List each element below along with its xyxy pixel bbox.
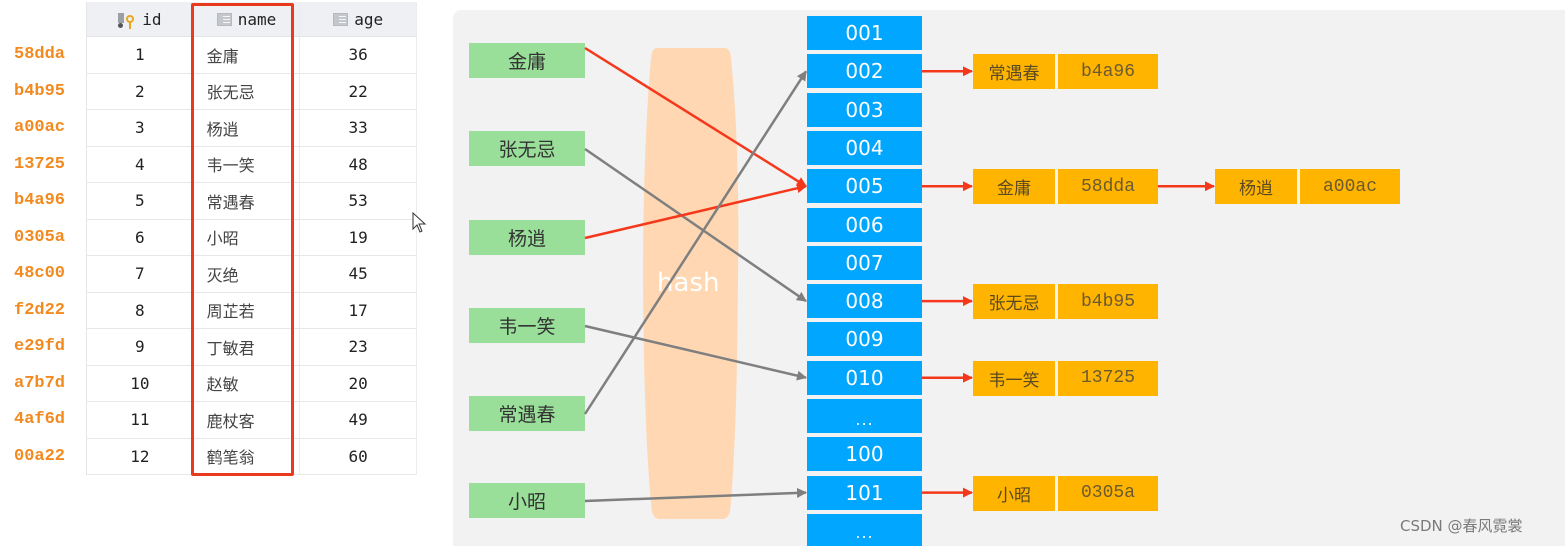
hash-bucket: 002 bbox=[807, 54, 922, 89]
key-box: 杨逍 bbox=[469, 220, 585, 255]
hash-bucket: 009 bbox=[807, 322, 922, 357]
hash-function-shape bbox=[643, 48, 739, 519]
key-box: 小昭 bbox=[469, 483, 585, 518]
chain-entry-hash: 13725 bbox=[1058, 360, 1158, 396]
hash-bucket: 005 bbox=[807, 169, 922, 204]
chain-entry-name: 韦一笑 bbox=[973, 360, 1055, 396]
chain-entry-hash: 58dda bbox=[1058, 169, 1158, 205]
hash-bucket: ... bbox=[807, 399, 922, 433]
hash-bucket: 006 bbox=[807, 207, 922, 242]
hash-bucket: 100 bbox=[807, 437, 922, 472]
hash-bucket: 101 bbox=[807, 475, 922, 510]
watermark: CSDN @春风霓裳 bbox=[1400, 517, 1523, 535]
hash-bucket: ... bbox=[807, 513, 922, 546]
hash-bucket: 001 bbox=[807, 16, 922, 50]
hash-bucket: 007 bbox=[807, 245, 922, 280]
hash-bucket: 003 bbox=[807, 92, 922, 127]
chain-entry-hash: b4a96 bbox=[1058, 54, 1158, 90]
hash-bucket: 008 bbox=[807, 284, 922, 319]
chain-entry-name: 常遇春 bbox=[973, 54, 1055, 90]
chain-entry-name: 张无忌 bbox=[973, 284, 1055, 320]
key-box: 常遇春 bbox=[469, 396, 585, 431]
chain-entry-name: 杨逍 bbox=[1215, 169, 1297, 205]
chain-entry-hash: b4b95 bbox=[1058, 284, 1158, 320]
chain-entry-name: 金庸 bbox=[973, 169, 1055, 205]
key-box: 张无忌 bbox=[469, 131, 585, 166]
key-box: 韦一笑 bbox=[469, 308, 585, 343]
chain-entry-hash: 0305a bbox=[1058, 475, 1158, 511]
key-box: 金庸 bbox=[469, 43, 585, 78]
hash-bucket: 004 bbox=[807, 130, 922, 165]
hash-bucket: 010 bbox=[807, 360, 922, 395]
chain-entry-hash: a00ac bbox=[1300, 169, 1400, 205]
chain-entry-name: 小昭 bbox=[973, 475, 1055, 511]
hash-function-label: hash bbox=[657, 268, 720, 298]
